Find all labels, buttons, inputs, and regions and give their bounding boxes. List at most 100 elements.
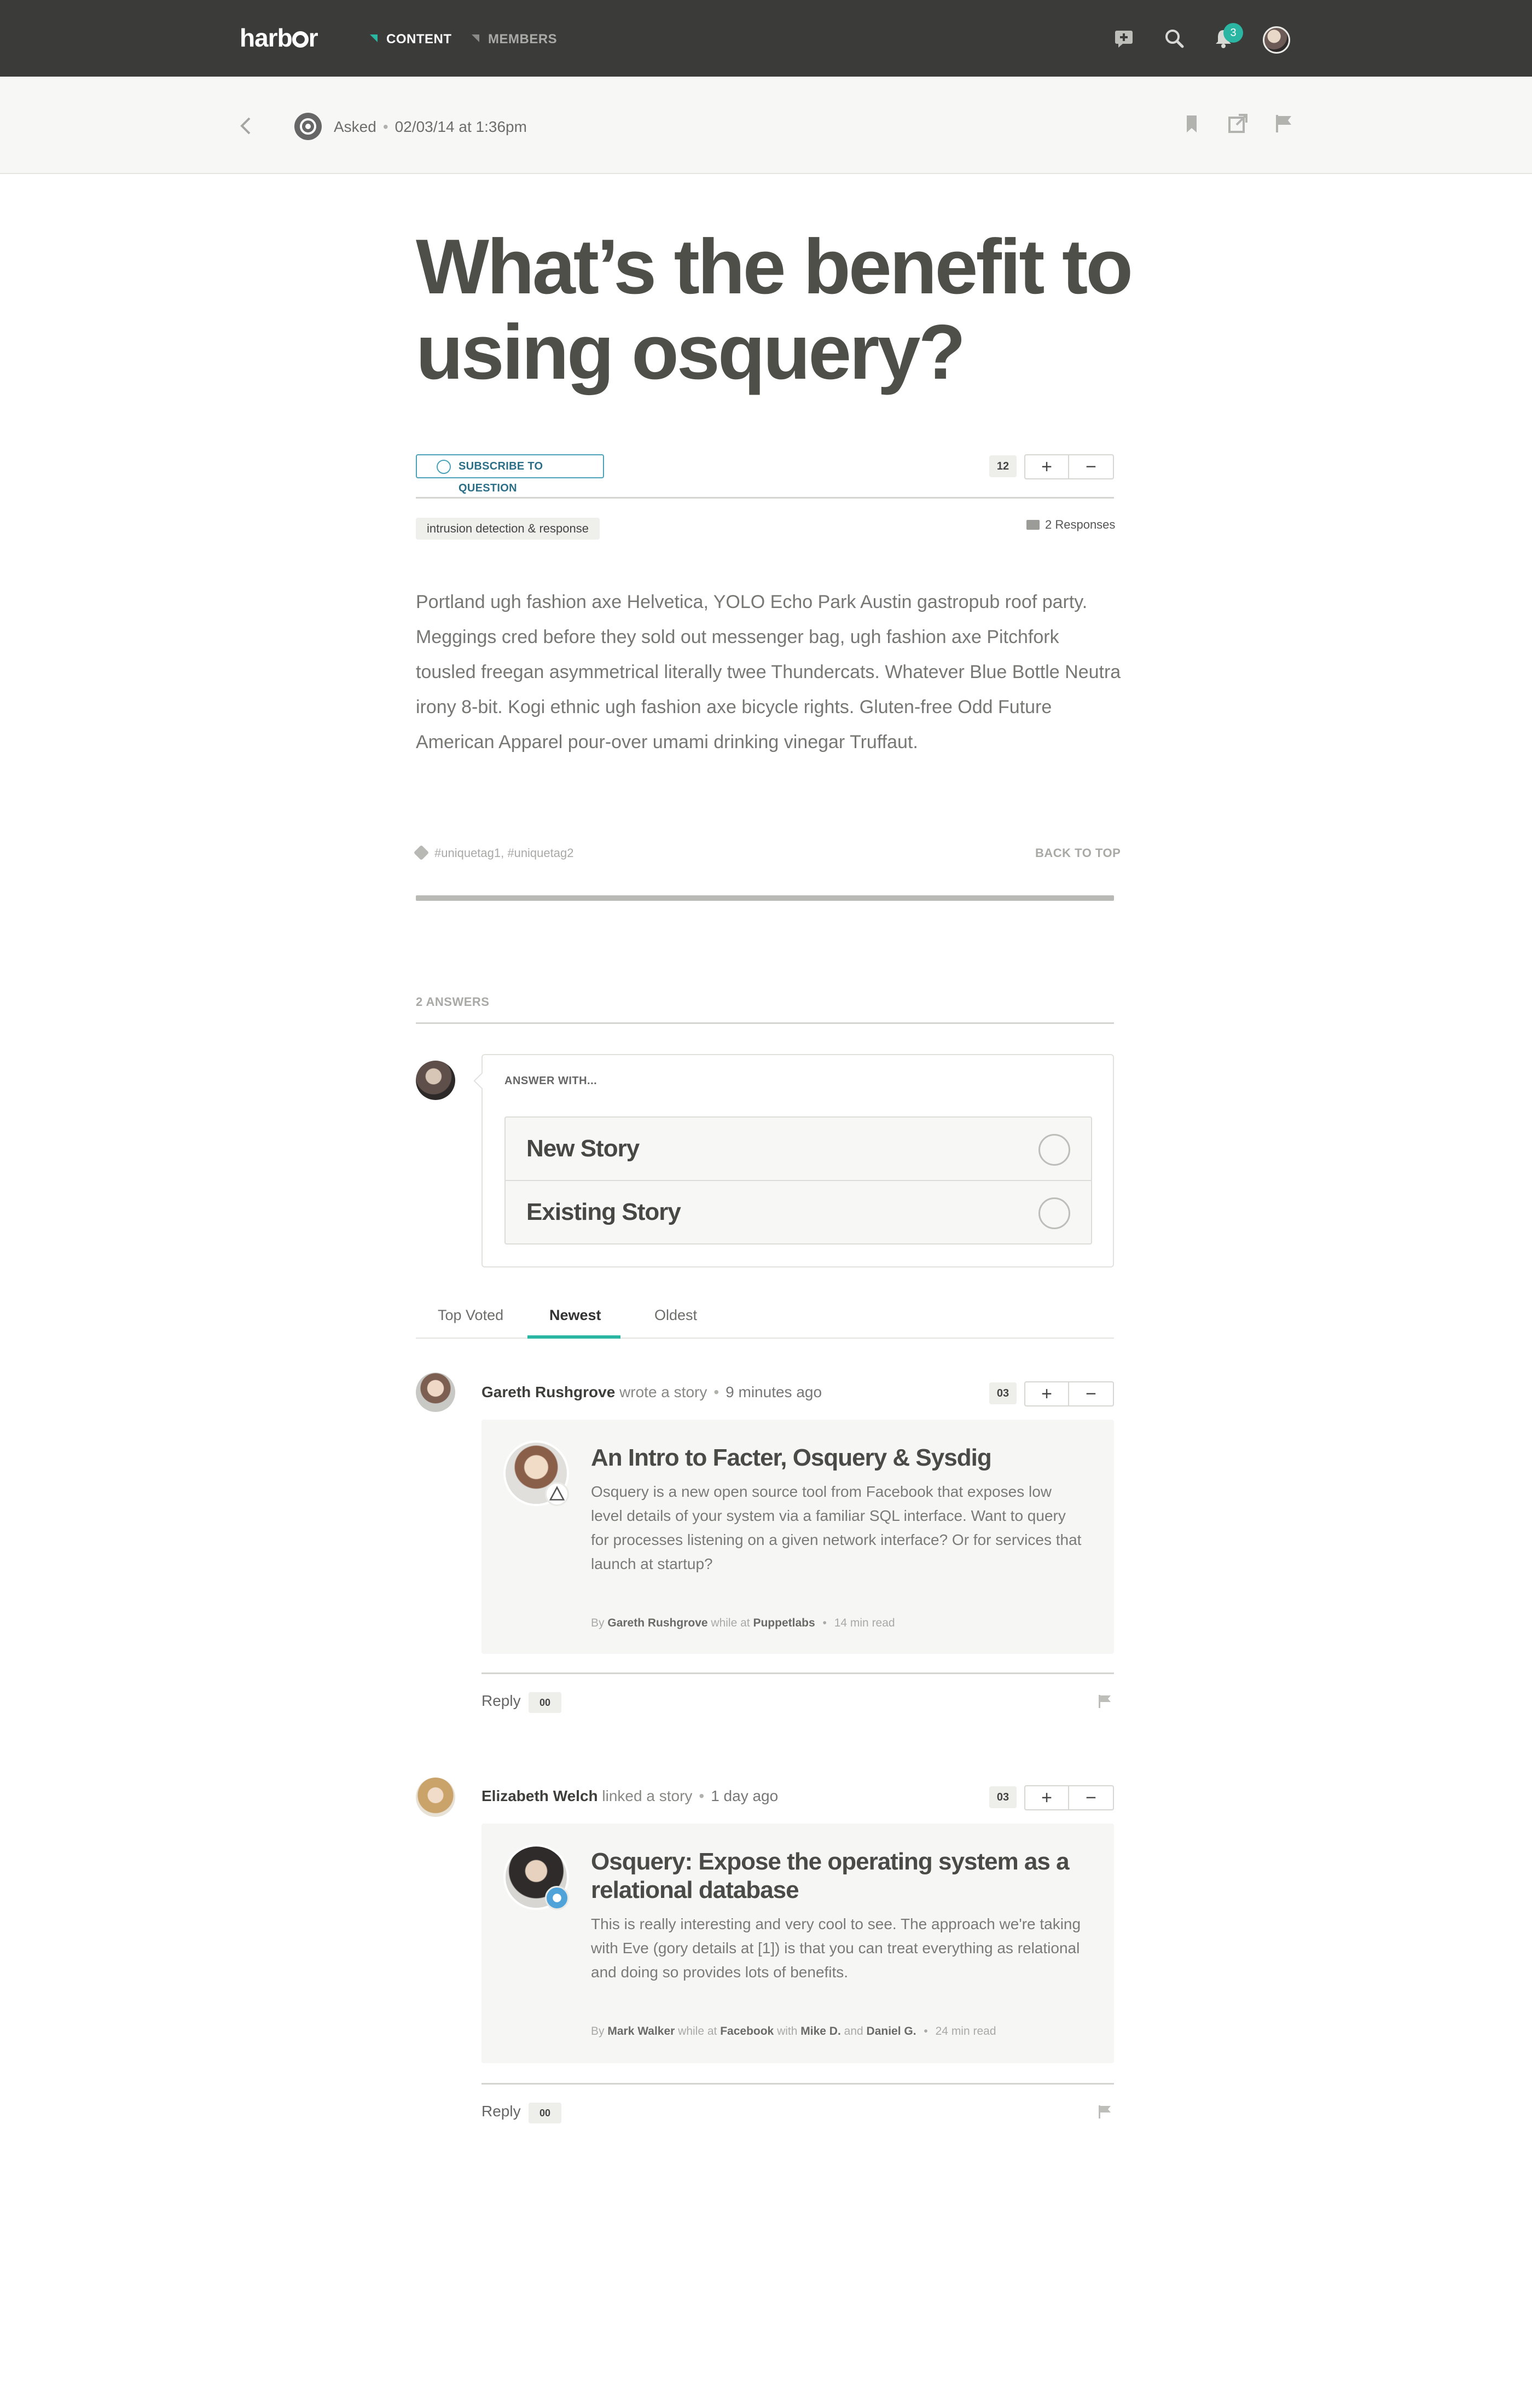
search-icon[interactable]	[1163, 27, 1185, 49]
sort-tabs: Top Voted Newest Oldest	[416, 1303, 1114, 1339]
byline-with: with	[777, 2025, 798, 2037]
byline-author[interactable]: Gareth Rushgrove	[607, 1617, 707, 1629]
tab-newest[interactable]: Newest	[549, 1307, 601, 1324]
answer-composer: ANSWER WITH... New Story Existing Story	[473, 1054, 1114, 1267]
answer-action: wrote a story	[619, 1384, 707, 1400]
story-byline: By Gareth Rushgrove while at Puppetlabs …	[591, 1617, 895, 1629]
byline-coauthor[interactable]: Mike D.	[800, 2025, 841, 2037]
top-navbar: harb r CONTENT MEMBERS 3	[0, 0, 1532, 77]
byline-and: and	[844, 2025, 863, 2037]
author-avatar[interactable]	[416, 1373, 455, 1412]
tab-top-voted[interactable]: Top Voted	[438, 1307, 503, 1324]
asked-label: Asked	[334, 118, 376, 135]
reply-button[interactable]: Reply	[481, 1692, 521, 1710]
nav-content-link[interactable]: CONTENT	[370, 32, 452, 47]
byline-by: By	[591, 2025, 605, 2037]
hashtags-text[interactable]: #uniquetag1, #uniquetag2	[434, 846, 573, 860]
answers-count: 2 ANSWERS	[416, 995, 490, 1009]
upvote-button[interactable]: +	[1025, 1382, 1069, 1405]
answer-vote-controls: + −	[1024, 1381, 1114, 1406]
nav-marker-icon	[472, 34, 479, 42]
author-avatar[interactable]	[416, 1778, 455, 1817]
story-author-avatar	[503, 1844, 569, 1910]
divider	[481, 2083, 1114, 2085]
subscribe-label: SUBSCRIBE TO QUESTION	[459, 460, 543, 494]
byline-while: while at	[678, 2025, 717, 2037]
subscribe-button[interactable]: SUBSCRIBE TO QUESTION	[416, 454, 604, 494]
nav-members-label: MEMBERS	[488, 32, 558, 47]
question-vote-count: 12	[989, 455, 1017, 477]
flag-icon[interactable]	[1273, 113, 1295, 135]
user-avatar[interactable]	[1263, 26, 1290, 54]
nav-marker-icon	[370, 34, 378, 42]
nav-content-label: CONTENT	[386, 32, 452, 47]
active-tab-indicator	[527, 1335, 620, 1339]
option-label: Existing Story	[526, 1199, 681, 1225]
read-time: 14 min read	[834, 1617, 895, 1629]
story-excerpt: This is really interesting and very cool…	[591, 1915, 1081, 1981]
new-post-icon[interactable]	[1113, 27, 1135, 49]
story-card[interactable]: Osquery: Expose the operating system as …	[481, 1824, 1114, 2063]
existing-story-option[interactable]: Existing Story	[504, 1180, 1092, 1244]
answer-time: 1 day ago	[711, 1787, 779, 1804]
divider	[416, 497, 1114, 499]
author-name[interactable]: Elizabeth Welch	[481, 1787, 598, 1804]
asked-meta: Asked • 02/03/14 at 1:36pm	[334, 118, 527, 135]
byline-author[interactable]: Mark Walker	[607, 2025, 675, 2037]
bookmark-icon[interactable]	[1181, 113, 1203, 135]
question-subheader: Asked • 02/03/14 at 1:36pm	[0, 77, 1532, 174]
reply-button[interactable]: Reply	[481, 2103, 521, 2120]
byline-while: while at	[711, 1617, 750, 1629]
answer-vote-controls: + −	[1024, 1785, 1114, 1810]
flag-icon[interactable]	[1096, 2104, 1113, 2120]
flag-icon[interactable]	[1096, 1693, 1113, 1710]
story-excerpt: Osquery is a new open source tool from F…	[591, 1483, 1082, 1572]
answer-action: linked a story	[602, 1787, 693, 1804]
byline-org[interactable]: Puppetlabs	[753, 1617, 815, 1629]
downvote-button[interactable]: −	[1069, 1382, 1113, 1405]
story-title[interactable]: Osquery: Expose the operating system as …	[591, 1848, 1072, 1905]
tab-oldest[interactable]: Oldest	[654, 1307, 697, 1324]
asked-date: 02/03/14 at 1:36pm	[394, 118, 527, 135]
responses-count: 2 Responses	[1026, 518, 1115, 532]
answer-time: 9 minutes ago	[726, 1384, 822, 1400]
byline-by: By	[591, 1617, 605, 1629]
hashtags: #uniquetag1, #uniquetag2	[413, 844, 573, 861]
divider	[416, 1022, 1114, 1024]
harbor-logo[interactable]: harb r	[240, 23, 318, 53]
divider	[481, 1672, 1114, 1674]
share-icon[interactable]	[1227, 113, 1249, 135]
story-author-avatar	[503, 1440, 569, 1506]
byline-org[interactable]: Facebook	[720, 2025, 774, 2037]
check-circle-icon	[437, 460, 451, 474]
new-story-option[interactable]: New Story	[504, 1116, 1092, 1181]
question-body: Portland ugh fashion axe Helvetica, YOLO…	[416, 592, 1121, 752]
downvote-button[interactable]: −	[1069, 455, 1113, 478]
reply-count: 00	[529, 2103, 561, 2123]
comment-icon	[1026, 520, 1040, 530]
story-title[interactable]: An Intro to Facter, Osquery & Sysdig	[591, 1444, 1072, 1472]
back-to-top-link[interactable]: BACK TO TOP	[1035, 846, 1121, 860]
upvote-button[interactable]: +	[1025, 1786, 1069, 1809]
question-title: What’s the benefit to using osquery?	[416, 223, 1133, 396]
radio-button[interactable]	[1038, 1197, 1070, 1229]
story-card[interactable]: An Intro to Facter, Osquery & Sysdig Osq…	[481, 1420, 1114, 1654]
downvote-button[interactable]: −	[1069, 1786, 1113, 1809]
upvote-button[interactable]: +	[1025, 455, 1069, 478]
back-arrow-icon[interactable]	[237, 115, 254, 137]
answer-vote-count: 03	[989, 1382, 1017, 1404]
author-name[interactable]: Gareth Rushgrove	[481, 1384, 615, 1400]
answer-vote-count: 03	[989, 1786, 1017, 1808]
question-vote-controls: + −	[1024, 454, 1114, 479]
topic-tag[interactable]: intrusion detection & response	[416, 518, 600, 540]
org-logo-icon	[545, 1886, 569, 1910]
tag-icon	[413, 844, 430, 861]
section-divider	[416, 895, 1114, 901]
org-logo-icon	[545, 1482, 569, 1506]
radio-button[interactable]	[1038, 1134, 1070, 1166]
current-user-avatar	[416, 1061, 455, 1100]
answer-with-label: ANSWER WITH...	[504, 1075, 597, 1087]
answer-header: Elizabeth Welch linked a story • 1 day ago	[481, 1787, 779, 1804]
nav-members-link[interactable]: MEMBERS	[472, 32, 557, 47]
byline-coauthor[interactable]: Daniel G.	[867, 2025, 916, 2037]
